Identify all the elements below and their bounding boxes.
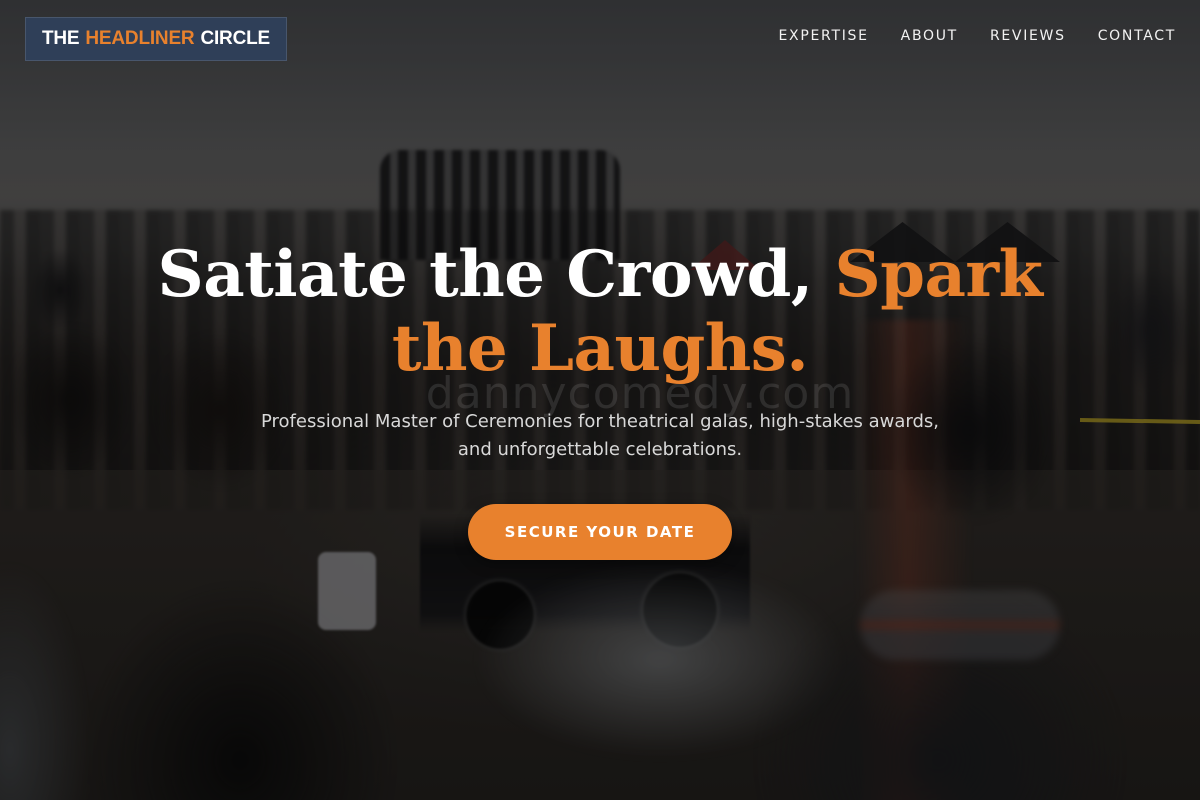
logo-word-the: THE (42, 28, 80, 49)
logo-word-circle: CIRCLE (200, 28, 270, 49)
nav-link-expertise[interactable]: EXPERTISE (779, 28, 869, 44)
hero-headline: Satiate the Crowd, Spark the Laughs. (100, 238, 1100, 386)
secure-date-button[interactable]: SECURE YOUR DATE (468, 504, 732, 560)
nav-link-contact[interactable]: CONTACT (1098, 28, 1176, 44)
logo-word-headliner: HEADLINER (85, 28, 195, 49)
nav-link-reviews[interactable]: REVIEWS (990, 28, 1066, 44)
nav-links: EXPERTISE ABOUT REVIEWS CONTACT (779, 28, 1176, 44)
site-logo[interactable]: THE HEADLINER CIRCLE (25, 17, 287, 61)
navbar: THE HEADLINER CIRCLE EXPERTISE ABOUT REVIE… (0, 0, 1200, 80)
hero-section: dannycomedy.com THE HEADLINER CIRCLE EXPER… (0, 0, 1200, 800)
nav-link-about[interactable]: ABOUT (901, 28, 958, 44)
headline-white-part: Satiate the Crowd, (157, 237, 835, 312)
hero-subtitle: Professional Master of Ceremonies for th… (260, 411, 940, 460)
